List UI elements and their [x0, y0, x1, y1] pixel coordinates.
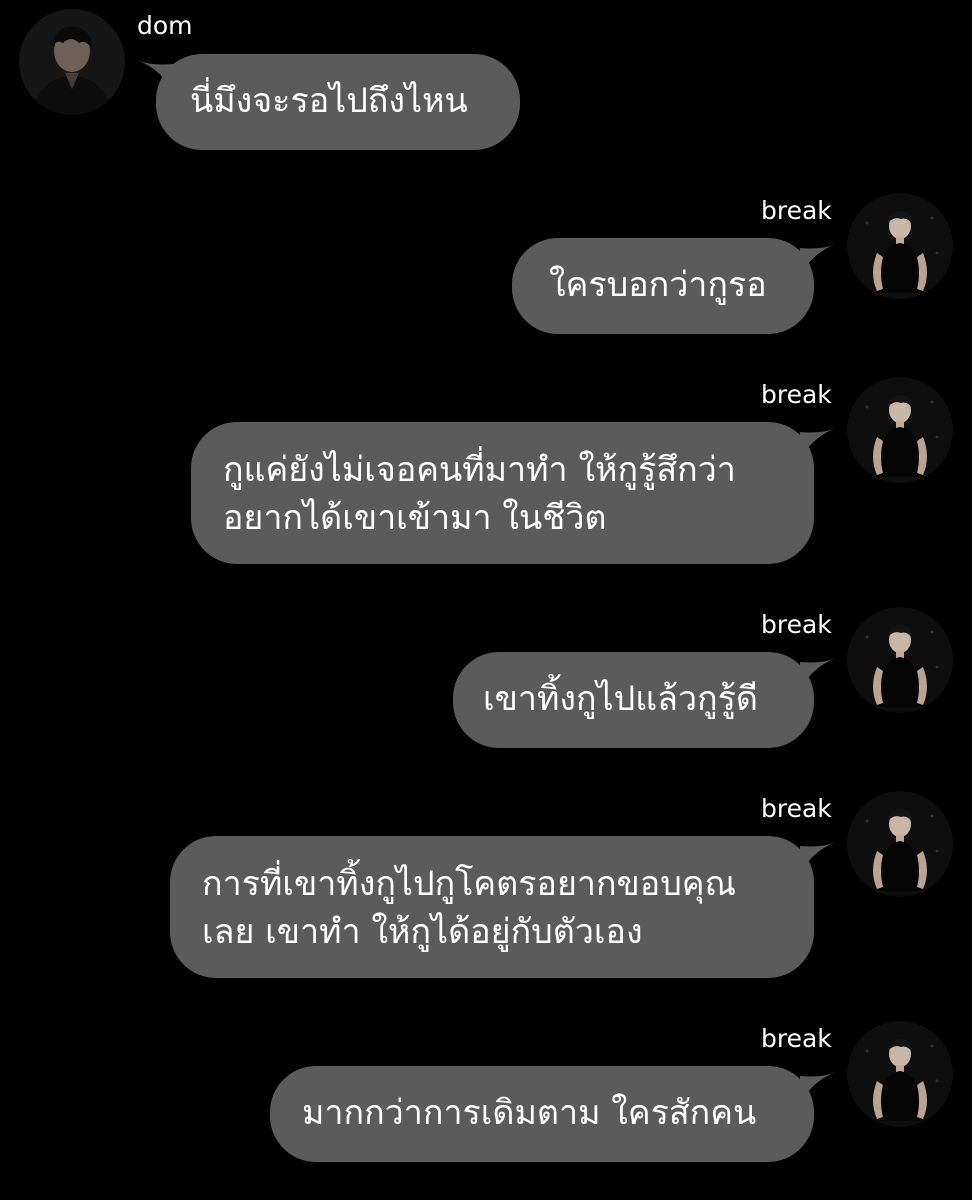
message-text: เขาทิ้งกูไปแล้วกูรู้ดี [483, 679, 759, 719]
profile-photo-break-icon [847, 1021, 953, 1127]
message-text-line: เลย เขาทำ ให้กูได้อยู่กับตัวเอง [202, 912, 643, 952]
bubble-tail-right [800, 428, 836, 462]
bubble-tail-right [800, 842, 836, 876]
profile-photo-break-icon [847, 377, 953, 483]
message-bubble[interactable]: ใครบอกว่ากูรอ [512, 238, 814, 334]
sender-name: break [761, 1024, 832, 1053]
sender-name: break [761, 196, 832, 225]
message-text-line: กูแค่ยังไม่เจอคนที่มาทำ ให้กูรู้สึกว่า [223, 450, 736, 490]
avatar[interactable] [847, 607, 953, 713]
profile-photo-break-icon [847, 193, 953, 299]
profile-photo-break-icon [847, 791, 953, 897]
bubble-tail-right [800, 658, 836, 692]
sender-name: break [761, 794, 832, 823]
avatar[interactable] [847, 791, 953, 897]
message-bubble[interactable]: การที่เขาทิ้งกูไปกูโคตรอยากขอบคุณ เลย เข… [170, 836, 814, 978]
sender-name: dom [137, 11, 193, 40]
profile-photo-dom-icon [19, 9, 125, 115]
message-text: ใครบอกว่ากูรอ [549, 265, 767, 305]
sender-name: break [761, 610, 832, 639]
avatar[interactable] [847, 193, 953, 299]
bubble-tail-right [800, 1072, 836, 1106]
message-text-line: การที่เขาทิ้งกูไปกูโคตรอยากขอบคุณ [202, 864, 737, 904]
message-bubble[interactable]: มากกว่าการเดิมตาม ใครสักคน [270, 1066, 814, 1162]
sender-name: break [761, 380, 832, 409]
avatar[interactable] [847, 1021, 953, 1127]
avatar[interactable] [19, 9, 125, 115]
avatar[interactable] [847, 377, 953, 483]
message-text: มากกว่าการเดิมตาม ใครสักคน [302, 1093, 757, 1133]
message-bubble[interactable]: กูแค่ยังไม่เจอคนที่มาทำ ให้กูรู้สึกว่า อ… [191, 422, 814, 564]
bubble-tail-right [800, 244, 836, 278]
profile-photo-break-icon [847, 607, 953, 713]
message-bubble[interactable]: เขาทิ้งกูไปแล้วกูรู้ดี [453, 652, 814, 748]
message-bubble[interactable]: นี่มึงจะรอไปถึงไหน [156, 54, 520, 150]
message-text-line: อยากได้เขาเข้ามา ในชีวิต [223, 498, 607, 538]
message-text: นี่มึงจะรอไปถึงไหน [190, 81, 468, 121]
